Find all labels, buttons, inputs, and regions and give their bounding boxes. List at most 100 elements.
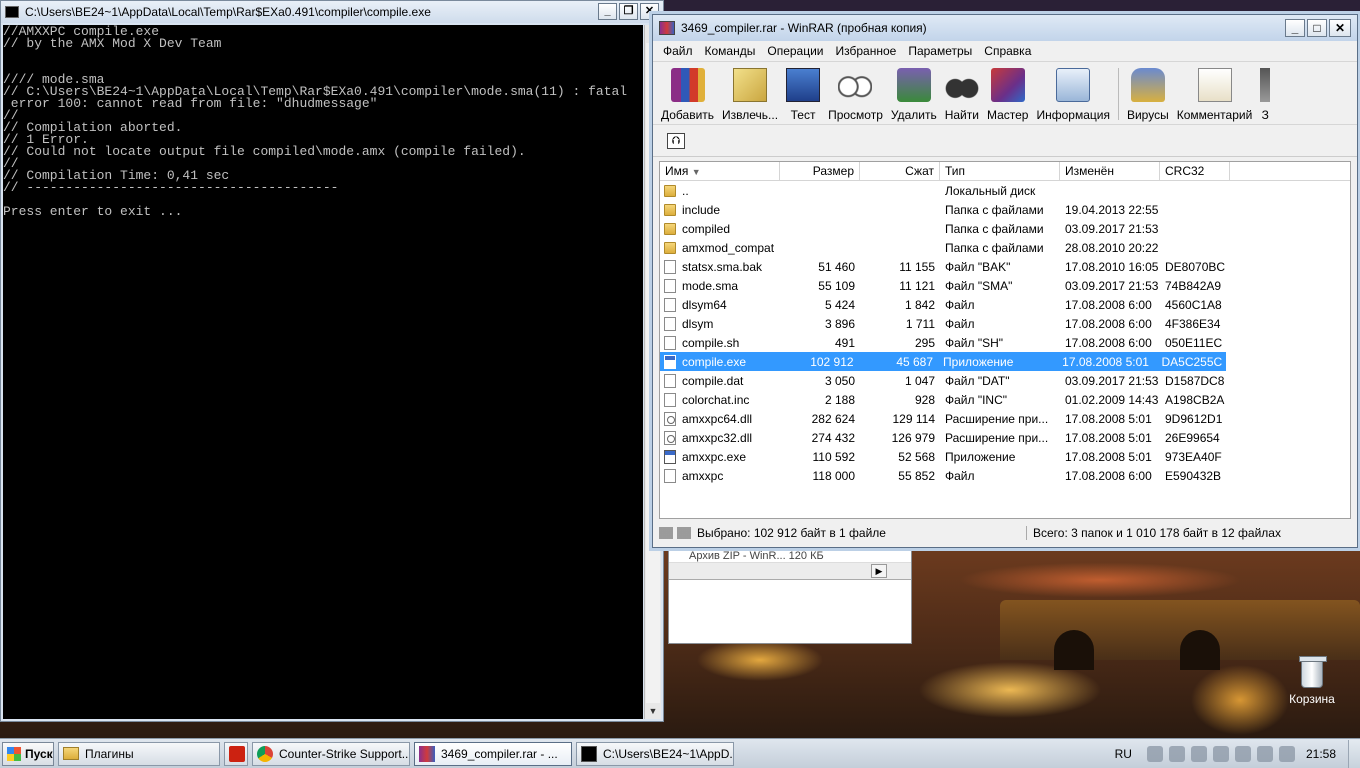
menu-item[interactable]: Справка (978, 44, 1037, 58)
winrar-icon (419, 745, 435, 762)
column-header-crc32[interactable]: CRC32 (1160, 162, 1230, 180)
menu-item[interactable]: Избранное (830, 44, 903, 58)
info-icon[interactable] (1056, 68, 1091, 102)
console-restore-button[interactable]: ❐ (619, 3, 638, 20)
file-icon (664, 335, 676, 350)
add-archive-icon[interactable] (670, 68, 705, 102)
file-row[interactable]: compile.sh 491 295 Файл "SH" 17.08.2008 6:00… (660, 333, 1350, 352)
file-row[interactable]: mode.sma 55 109 11 121 Файл "SMA" 03.09.2017… (660, 276, 1350, 295)
menu-item[interactable]: Файл (657, 44, 699, 58)
scroll-right-arrow-icon[interactable]: ▶ (871, 564, 887, 578)
system-tray: RU 21:58 (1103, 739, 1360, 768)
file-row[interactable]: include Папка с файлами 19.04.2013 22:55 (660, 200, 1350, 219)
file-crc-cell: 26E99654 (1165, 430, 1220, 445)
console-line: Press enter to exit ... (3, 204, 183, 219)
recycle-bin[interactable]: Корзина (1284, 656, 1340, 706)
console-minimize-button[interactable]: _ (598, 3, 617, 20)
column-header-size[interactable]: Размер (780, 162, 860, 180)
file-row[interactable]: amxmod_compat Папка с файлами 28.08.2010 2… (660, 238, 1350, 257)
view-icon[interactable] (838, 68, 873, 102)
file-row[interactable]: amxxpc.exe 110 592 52 568 Приложение 17.08.2… (660, 447, 1350, 466)
toolbar-button[interactable]: Мастер (983, 68, 1033, 124)
file-modified-cell: 28.08.2010 20:22 (1065, 240, 1159, 255)
drive-key-icon[interactable] (659, 527, 691, 539)
file-type-cell: Расширение при... (945, 430, 1049, 445)
toolbar-button[interactable]: Добавить (657, 68, 718, 124)
taskbar-button[interactable]: 3469_compiler.rar - ... (414, 741, 572, 766)
scroll-down-arrow-icon[interactable]: ▼ (645, 703, 661, 719)
file-row[interactable]: compile.exe 102 912 45 687 Приложение 17.08.… (660, 352, 1226, 371)
file-crc-cell: 973EA40F (1165, 449, 1222, 464)
toolbar-button[interactable]: Найти (941, 68, 983, 124)
toolbar-button[interactable]: Удалить (887, 68, 941, 124)
background-window[interactable]: Архив ZIP - WinR... 120 КБ ▶ (668, 548, 912, 644)
tray-monitor-icon[interactable] (1256, 745, 1273, 762)
taskbar-button[interactable]: Counter-Strike Support... (252, 741, 410, 766)
tray-network-icon[interactable] (1146, 745, 1163, 762)
background-window-row[interactable]: Архив ZIP - WinR... 120 КБ (669, 549, 911, 563)
toolbar-button[interactable]: Комментарий (1173, 68, 1257, 124)
file-row[interactable]: compile.dat 3 050 1 047 Файл "DAT" 03.09.201… (660, 371, 1350, 390)
test-icon[interactable] (786, 68, 821, 102)
taskbar-button[interactable] (224, 741, 248, 766)
file-row[interactable]: dlsym64 5 424 1 842 Файл 17.08.2008 6:00 4560… (660, 295, 1350, 314)
winrar-titlebar[interactable]: 3469_compiler.rar - WinRAR (пробная копи… (653, 15, 1357, 41)
tray-update-icon[interactable] (1190, 745, 1207, 762)
file-row[interactable]: colorchat.inc 2 188 928 Файл "INC" 01.02.200… (660, 390, 1350, 409)
toolbar-button[interactable]: З (1256, 68, 1274, 124)
winrar-close-button[interactable]: ✕ (1329, 19, 1351, 37)
folder-icon (664, 241, 676, 254)
file-row[interactable]: statsx.sma.bak 51 460 11 155 Файл "BAK" 17.0… (660, 257, 1350, 276)
file-row[interactable]: amxxpc64.dll 282 624 129 114 Расширение при… (660, 409, 1350, 428)
taskbar-button[interactable]: Плагины (58, 741, 220, 766)
toolbar-button[interactable]: Вирусы (1123, 68, 1173, 124)
column-header-packed[interactable]: Сжат (860, 162, 940, 180)
menu-item[interactable]: Операции (761, 44, 829, 58)
start-button[interactable]: Пуск (2, 741, 54, 766)
tray-flag-icon[interactable] (1212, 745, 1229, 762)
console-window[interactable]: C:\Users\BE24~1\AppData\Local\Temp\Rar$E… (0, 0, 664, 722)
column-header-modified[interactable]: Изменён (1060, 162, 1160, 180)
file-row[interactable]: compiled Папка с файлами 03.09.2017 21:53 (660, 219, 1350, 238)
winrar-minimize-button[interactable]: _ (1285, 19, 1305, 37)
language-indicator[interactable]: RU (1103, 747, 1144, 761)
file-row[interactable]: dlsym 3 896 1 711 Файл 17.08.2008 6:00 4F386E… (660, 314, 1350, 333)
up-folder-icon[interactable]: ⮉ (667, 132, 685, 149)
toolbar-button[interactable]: Извлечь... (718, 68, 782, 124)
tray-volume-icon[interactable] (1278, 745, 1295, 762)
path-box[interactable] (691, 131, 1349, 151)
tray-app-icon[interactable] (1168, 745, 1185, 762)
find-icon[interactable] (944, 68, 979, 102)
winrar-maximize-button[interactable]: □ (1307, 19, 1327, 37)
menu-item[interactable]: Параметры (902, 44, 978, 58)
background-window-hscroll[interactable]: ▶ (669, 563, 911, 580)
taskbar-button[interactable]: C:\Users\BE24~1\AppD... (576, 741, 734, 766)
show-desktop-button[interactable] (1348, 739, 1360, 768)
console-output[interactable]: //AMXXPC compile.exe// by the AMX Mod X … (3, 25, 643, 719)
virus-scan-icon[interactable] (1130, 68, 1165, 102)
menu-item[interactable]: Команды (699, 44, 762, 58)
wizard-icon[interactable] (990, 68, 1025, 102)
delete-icon[interactable] (896, 68, 931, 102)
file-list[interactable]: Имя ▼ Размер Сжат Тип Изменён CRC32 .. Ло… (659, 161, 1351, 519)
toolbar-button[interactable]: Информация (1032, 68, 1113, 124)
sfx-icon[interactable] (1260, 68, 1271, 102)
extract-icon[interactable] (733, 68, 768, 102)
column-header-type[interactable]: Тип (940, 162, 1060, 180)
toolbar-button[interactable]: Просмотр (824, 68, 887, 124)
file-row[interactable]: amxxpc32.dll 274 432 126 979 Расширение при… (660, 428, 1350, 447)
comment-icon[interactable] (1197, 68, 1232, 102)
file-row[interactable]: amxxpc 118 000 55 852 Файл 17.08.2008 6:00 E5… (660, 466, 1350, 485)
winrar-window[interactable]: 3469_compiler.rar - WinRAR (пробная копи… (652, 14, 1358, 548)
file-packed-cell: 1 047 (904, 373, 935, 388)
clock[interactable]: 21:58 (1298, 747, 1348, 761)
file-name-cell: include (660, 203, 780, 217)
tray-display-icon[interactable] (1234, 745, 1251, 762)
file-row[interactable]: .. Локальный диск (660, 181, 1350, 200)
console-titlebar[interactable]: C:\Users\BE24~1\AppData\Local\Temp\Rar$E… (1, 1, 663, 23)
file-modified-cell: 17.08.2008 6:00 (1065, 335, 1152, 350)
column-header-name[interactable]: Имя ▼ (660, 162, 780, 180)
toolbar-button[interactable]: Тест (782, 68, 824, 124)
recycle-bin-icon[interactable] (1299, 656, 1327, 688)
folder-icon (63, 747, 79, 760)
